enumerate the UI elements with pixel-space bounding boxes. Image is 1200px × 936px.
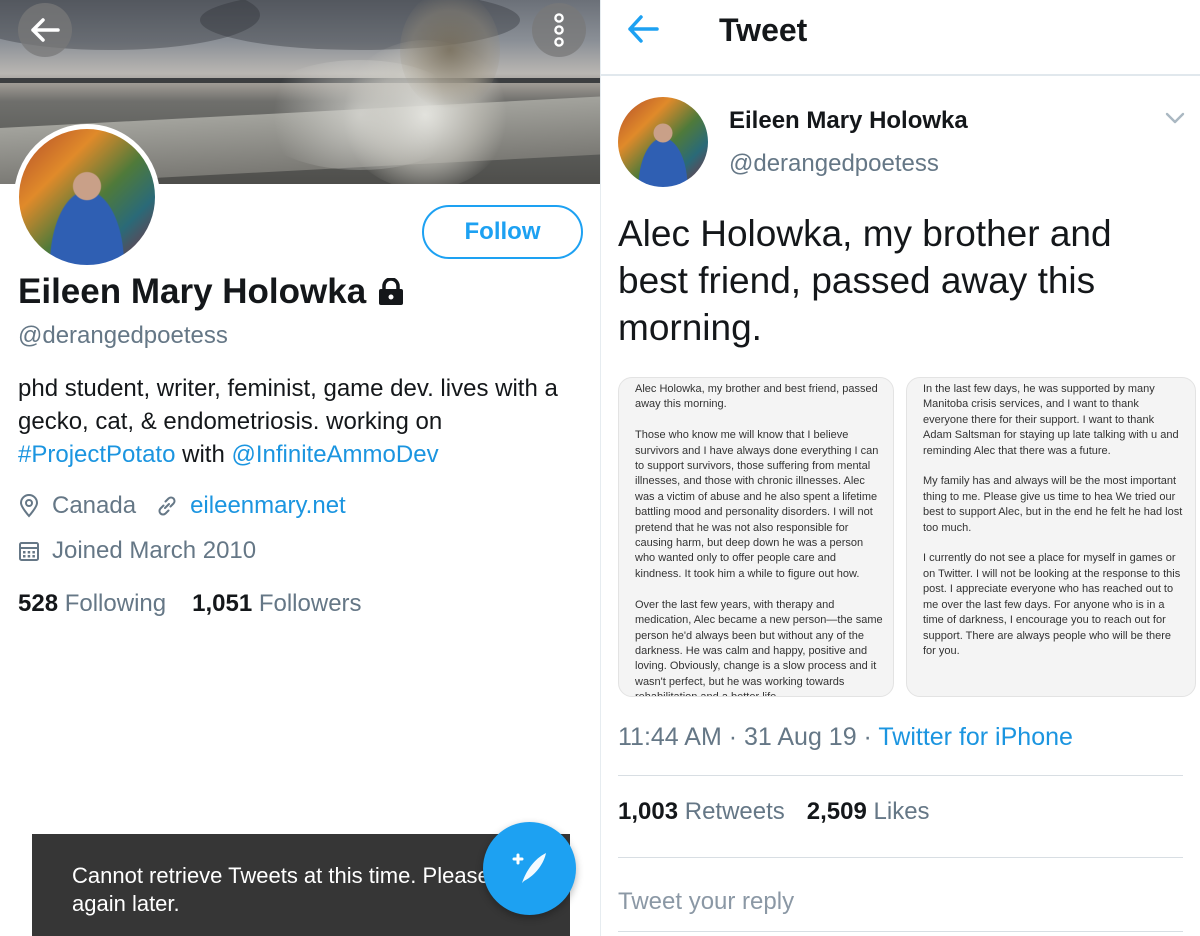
divider xyxy=(618,857,1183,858)
page-title: Tweet xyxy=(719,12,808,48)
profile-avatar[interactable] xyxy=(14,124,160,270)
bio-text: phd student, writer, feminist, game dev.… xyxy=(18,375,558,435)
followers-count-link[interactable]: 1,051 Followers xyxy=(192,590,361,618)
tweet-text: Alec Holowka, my brother and best friend… xyxy=(618,213,1112,348)
bio-hashtag-link[interactable]: #ProjectPotato xyxy=(18,441,175,468)
following-label: Following xyxy=(64,590,167,617)
bio-mention-link[interactable]: @InfiniteAmmoDev xyxy=(231,441,438,468)
arrow-left-icon[interactable] xyxy=(627,14,659,44)
author-handle[interactable]: @derangedpoetess xyxy=(729,150,939,178)
more-options-button[interactable] xyxy=(532,3,586,57)
followers-label: Followers xyxy=(258,590,362,617)
profile-location: Canada xyxy=(52,492,137,519)
tweet-image-2[interactable]: In the last few days, he was supported b… xyxy=(906,377,1196,697)
tweet-detail-panel: Tweet Eileen Mary Holowka @derangedpoete… xyxy=(601,0,1200,936)
tweet-timestamp: 11:44 AM · 31 Aug 19 · xyxy=(618,723,879,751)
likes-count: 2,509 xyxy=(806,798,867,825)
followers-count: 1,051 xyxy=(192,590,253,617)
profile-handle: @derangedpoetess xyxy=(18,322,228,349)
profile-joined-date: Joined March 2010 xyxy=(52,537,257,564)
likes-label: Likes xyxy=(873,798,930,825)
link-icon xyxy=(156,495,178,517)
likes-link[interactable]: 2,509 Likes xyxy=(807,798,930,826)
calendar-icon xyxy=(18,540,40,562)
compose-icon xyxy=(512,852,546,883)
back-button[interactable] xyxy=(18,3,72,57)
retweets-link[interactable]: 1,003 Retweets xyxy=(618,798,785,826)
bio-with-text: with xyxy=(182,441,225,468)
profile-meta-row: Canada eileenmary.net xyxy=(18,492,346,520)
profile-bio: phd student, writer, feminist, game dev.… xyxy=(18,372,588,471)
author-avatar[interactable] xyxy=(618,97,708,187)
following-count: 528 xyxy=(18,590,59,617)
profile-counts: 528 Following 1,051 Followers xyxy=(18,590,362,618)
tweet-header: Tweet xyxy=(601,0,1200,76)
more-vertical-icon xyxy=(554,13,564,47)
profile-panel: Follow Eileen Mary Holowka @derangedpoet… xyxy=(0,0,600,936)
retweets-count: 1,003 xyxy=(618,798,679,825)
lock-icon xyxy=(379,278,404,305)
reply-input[interactable]: Tweet your reply xyxy=(618,888,794,916)
follow-button[interactable]: Follow xyxy=(422,205,583,259)
tweet-stats: 1,003 Retweets 2,509 Likes xyxy=(618,798,930,826)
chevron-down-icon[interactable] xyxy=(1165,112,1185,124)
tweet-source-link[interactable]: Twitter for iPhone xyxy=(878,723,1073,751)
compose-tweet-button[interactable] xyxy=(483,822,576,915)
tweet-image-1[interactable]: Alec Holowka, my brother and best friend… xyxy=(618,377,894,697)
profile-website-link[interactable]: eileenmary.net xyxy=(190,492,346,520)
profile-name-text: Eileen Mary Holowka xyxy=(18,272,367,311)
following-count-link[interactable]: 528 Following xyxy=(18,590,166,618)
tweet-timestamp-row: 11:44 AM · 31 Aug 19 · Twitter for iPhon… xyxy=(618,723,1073,752)
location-pin-icon xyxy=(18,494,40,518)
profile-joined-row: Joined March 2010 xyxy=(18,537,256,565)
retweets-label: Retweets xyxy=(684,798,785,825)
divider xyxy=(618,775,1183,776)
divider xyxy=(618,931,1183,932)
author-name[interactable]: Eileen Mary Holowka xyxy=(729,107,968,135)
profile-name: Eileen Mary Holowka xyxy=(18,272,404,312)
arrow-left-icon xyxy=(31,18,60,42)
